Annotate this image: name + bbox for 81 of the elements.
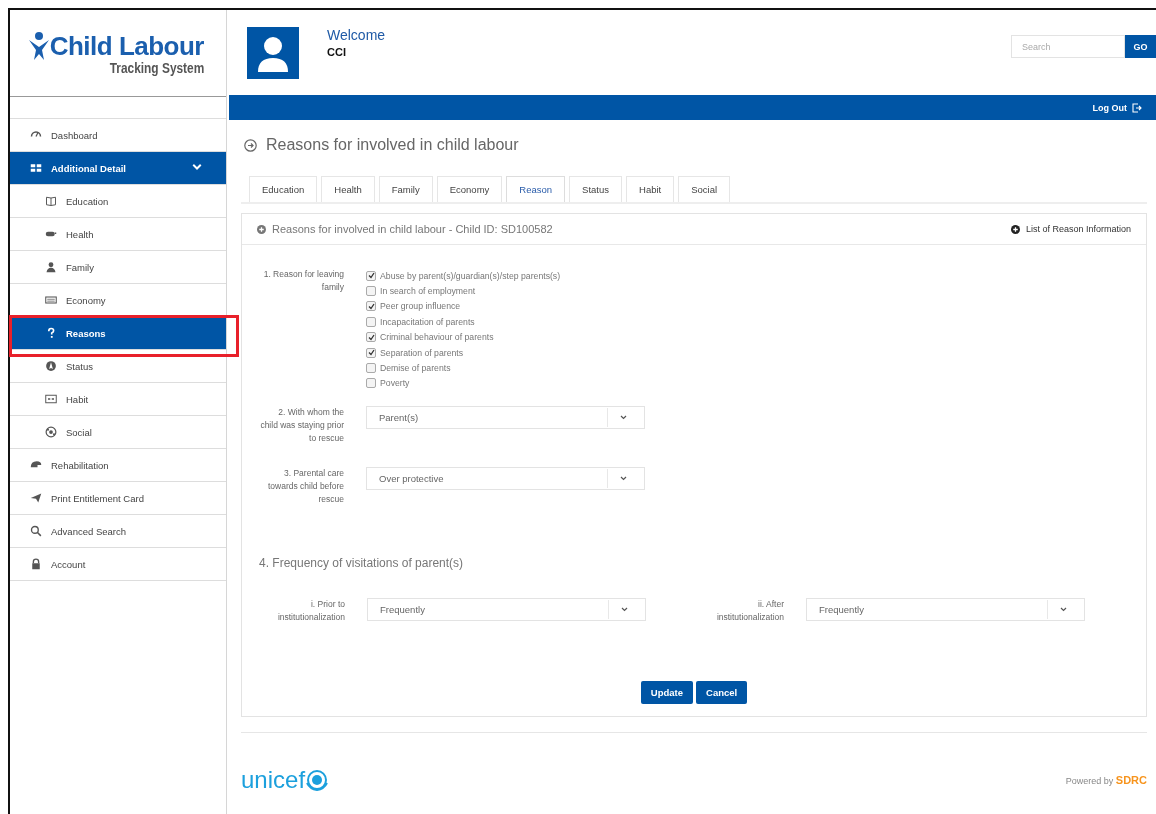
sidebar-item[interactable]: Family (10, 251, 226, 284)
plus-circle-icon (257, 224, 266, 234)
checkbox[interactable] (366, 301, 376, 312)
checkbox-label: Separation of parents (380, 347, 464, 358)
sidebar-item[interactable]: Habit (10, 383, 226, 416)
lock-icon (30, 558, 42, 570)
section-heading: 4. Frequency of visitations of parent(s) (258, 556, 465, 571)
chevron-icon (620, 607, 628, 613)
list-link[interactable]: List of Reason Information (1010, 224, 1131, 234)
tab[interactable]: Habit (626, 176, 675, 202)
unicef-logo-text: unicef (241, 766, 306, 794)
checkbox[interactable] (366, 332, 376, 343)
logout-icon (1132, 102, 1142, 113)
sidebar-item[interactable]: Advanced Search (10, 515, 226, 548)
form-button[interactable]: Cancel (696, 681, 748, 705)
question-label: 1. Reason for leaving family (262, 268, 344, 294)
checkbox-label: Incapacitation of parents (380, 316, 475, 327)
search-field[interactable]: Search (1011, 35, 1125, 58)
rocket-icon (45, 360, 57, 372)
tab[interactable]: Status (569, 176, 622, 202)
checkbox[interactable] (366, 286, 376, 297)
sidebar-item[interactable]: Economy (10, 284, 226, 317)
tab[interactable]: Reason (506, 176, 566, 202)
powered-by-text: Powered by SDRC (1065, 774, 1147, 786)
checkbox-label: In search of employment (380, 286, 476, 297)
question-label: 3. Parental care towards child before rescue (266, 467, 344, 507)
sidebar-item[interactable]: Health (10, 218, 226, 251)
checkbox[interactable] (366, 378, 376, 389)
checkbox[interactable] (366, 363, 376, 374)
ball-icon (45, 426, 57, 438)
sidebar-item[interactable]: Reasons (10, 317, 226, 350)
sidebar-item[interactable]: Account (10, 548, 226, 581)
go-button[interactable]: GO (1125, 35, 1156, 58)
person-icon (45, 261, 57, 273)
checkbox[interactable] (366, 347, 376, 358)
select-field[interactable]: Frequently (806, 598, 1085, 622)
child-figure-icon (27, 31, 50, 61)
checkbox-label: Peer group influence (380, 301, 461, 312)
search-icon (30, 525, 42, 537)
plus-circle-icon (1010, 224, 1020, 234)
welcome-text: Welcome (327, 27, 386, 43)
card-icon (45, 393, 57, 405)
select-field[interactable]: Frequently (367, 598, 646, 622)
tab[interactable]: Economy (436, 176, 503, 202)
checkbox-label: Criminal behaviour of parents (380, 332, 494, 343)
keyboard-icon (45, 294, 57, 306)
tab[interactable]: Social (678, 176, 731, 202)
tab[interactable]: Education (249, 176, 318, 202)
checkbox[interactable] (366, 270, 376, 281)
user-name: CCI (327, 46, 347, 58)
grid-icon (30, 162, 42, 174)
form-button[interactable]: Update (640, 681, 693, 705)
sidebar-item[interactable]: Print Entitlement Card (10, 482, 226, 515)
logout-link[interactable]: Log Out (1092, 102, 1142, 113)
select-field[interactable]: Parent(s) (366, 406, 645, 430)
checkbox-label: Abuse by parent(s)/guardian(s)/step parents(s) (380, 270, 561, 281)
sidebar-item[interactable]: Rehabilitation (10, 449, 226, 482)
sidebar-item[interactable]: Education (10, 185, 226, 218)
book-icon (45, 195, 57, 207)
panel-title: Reasons for involved in child labour - Child ID: SD100582 (272, 223, 553, 235)
question-label: ii. After institutionalization (715, 598, 784, 625)
question-icon (45, 327, 57, 339)
arrow-circle-icon (244, 138, 257, 152)
sidebar-item[interactable]: Additional Detail (10, 152, 226, 185)
question-label: 2. With whom the child was staying prior to rescue (260, 406, 344, 446)
sidebar-item[interactable]: Status (10, 350, 226, 383)
sidebar-item[interactable]: Social (10, 416, 226, 449)
question-label: i. Prior to institutionalization (276, 598, 345, 625)
checkbox-label: Poverty (380, 378, 410, 389)
checkbox[interactable] (366, 316, 376, 327)
logo-title: Child Labour (49, 30, 204, 62)
logo-subtitle: Tracking System (109, 59, 204, 76)
chevron-icon (619, 415, 627, 421)
chevron-icon (1059, 607, 1067, 613)
checkbox-label: Demise of parents (380, 363, 451, 374)
paper-plane-icon (30, 492, 42, 504)
page-title: Reasons for involved in child labour (266, 136, 519, 154)
chevron-icon (619, 476, 627, 482)
select-field[interactable]: Over protective (366, 467, 645, 491)
tab[interactable]: Health (321, 176, 375, 202)
tab[interactable]: Family (378, 176, 433, 202)
